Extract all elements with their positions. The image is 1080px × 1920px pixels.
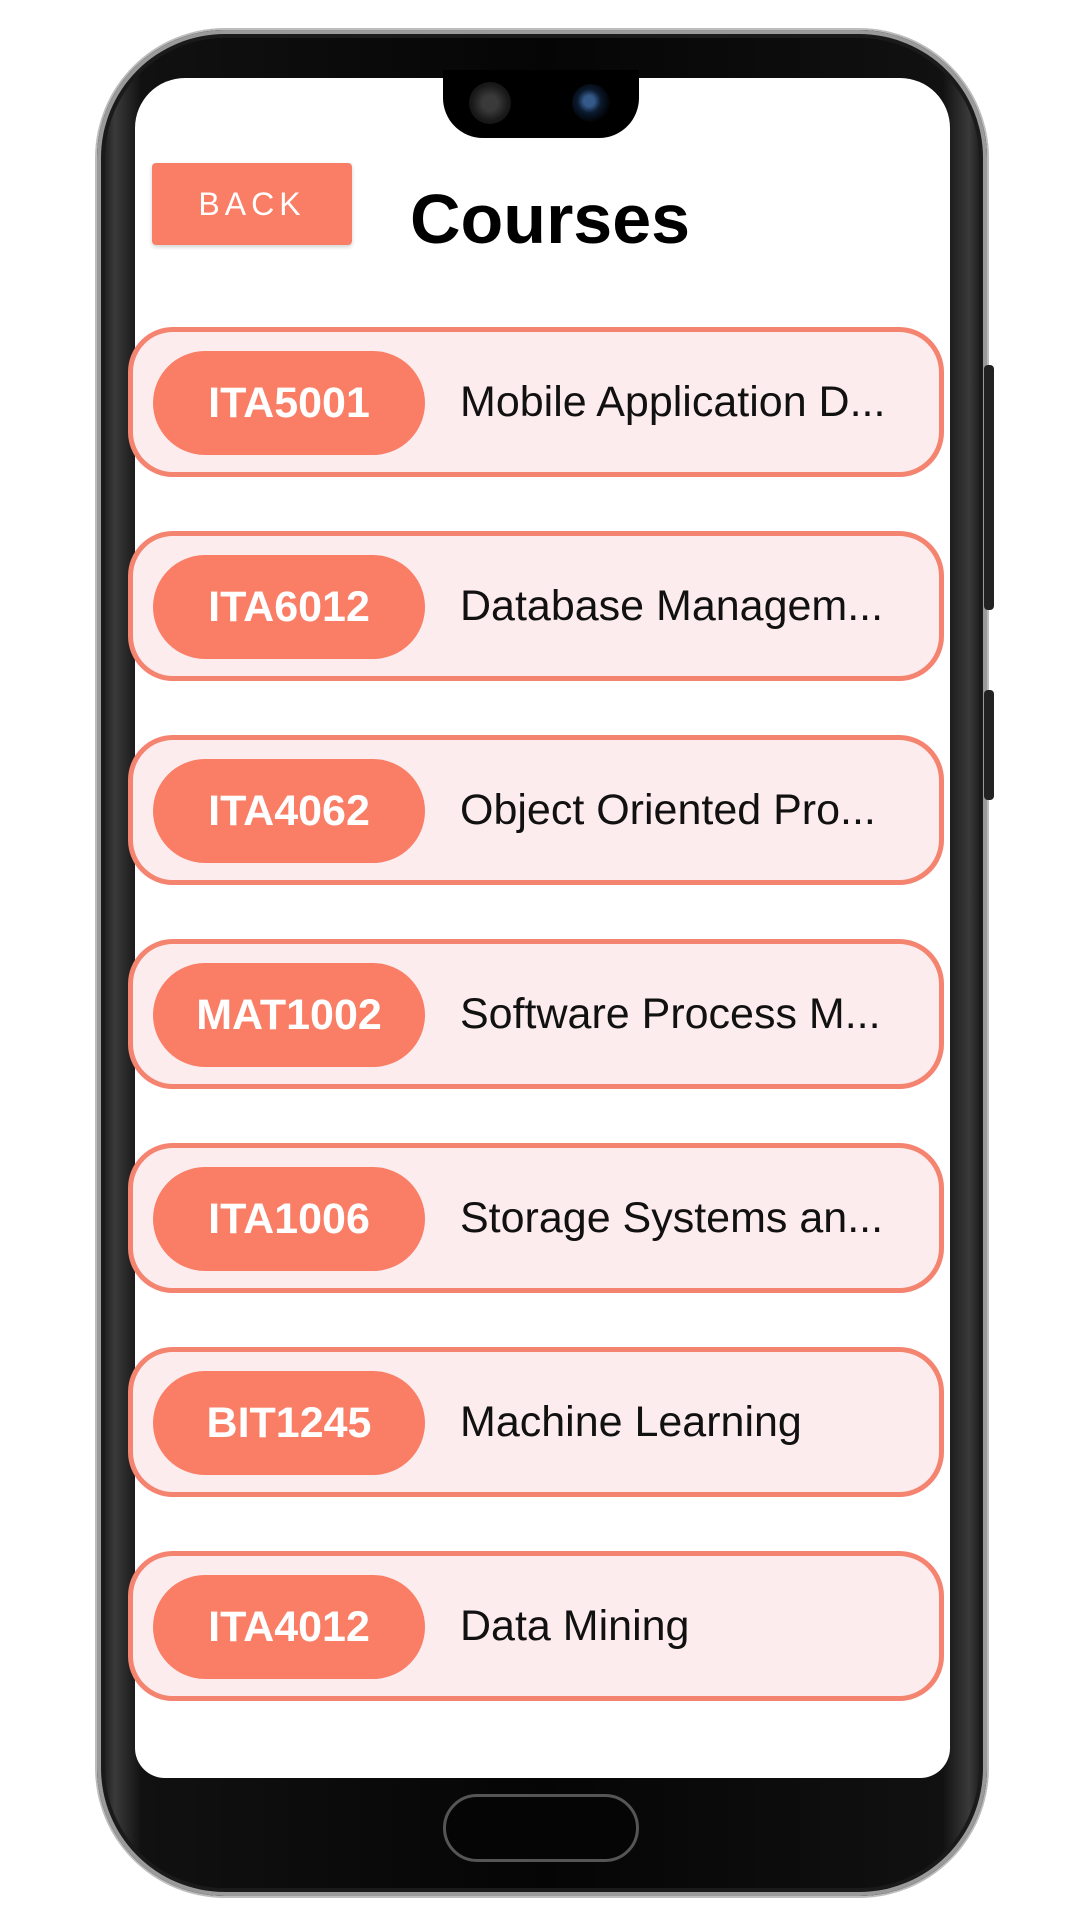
course-name-text: Object Oriented Pro... xyxy=(460,785,876,834)
back-button[interactable]: BACK xyxy=(152,163,352,245)
course-name: Database Managem... xyxy=(460,536,910,676)
course-code-badge: ITA1006 xyxy=(153,1167,425,1271)
course-name-text: Software Process M... xyxy=(460,989,881,1038)
camera-icon xyxy=(572,84,610,122)
course-name-text: Storage Systems an... xyxy=(460,1193,884,1242)
course-code-badge: ITA6012 xyxy=(153,555,425,659)
course-code-badge: ITA5001 xyxy=(153,351,425,455)
course-card[interactable]: ITA1006 Storage Systems an... xyxy=(128,1143,944,1293)
page-title: Courses xyxy=(410,180,691,258)
course-card[interactable]: ITA4062 Object Oriented Pro... xyxy=(128,735,944,885)
course-code-badge: ITA4012 xyxy=(153,1575,425,1679)
course-name-text: Machine Learning xyxy=(460,1397,802,1446)
course-card[interactable]: BIT1245 Machine Learning xyxy=(128,1347,944,1497)
course-code-badge: ITA4062 xyxy=(153,759,425,863)
power-button xyxy=(984,690,994,800)
course-name-text: Data Mining xyxy=(460,1601,690,1650)
speaker-icon xyxy=(469,82,511,124)
course-name: Storage Systems an... xyxy=(460,1148,910,1288)
course-name-text: Database Managem... xyxy=(460,581,884,630)
course-name: Data Mining xyxy=(460,1556,910,1696)
course-name: Machine Learning xyxy=(460,1352,910,1492)
course-card[interactable]: ITA6012 Database Managem... xyxy=(128,531,944,681)
course-name: Mobile Application D... xyxy=(460,332,910,472)
course-code-badge: MAT1002 xyxy=(153,963,425,1067)
home-button[interactable] xyxy=(443,1794,639,1862)
course-card[interactable]: ITA5001 Mobile Application D... xyxy=(128,327,944,477)
course-name: Object Oriented Pro... xyxy=(460,740,910,880)
course-name: Software Process M... xyxy=(460,944,910,1084)
course-code-badge: BIT1245 xyxy=(153,1371,425,1475)
course-card[interactable]: ITA4012 Data Mining xyxy=(128,1551,944,1701)
volume-button xyxy=(984,365,994,610)
course-card[interactable]: MAT1002 Software Process M... xyxy=(128,939,944,1089)
course-name-text: Mobile Application D... xyxy=(460,377,886,426)
